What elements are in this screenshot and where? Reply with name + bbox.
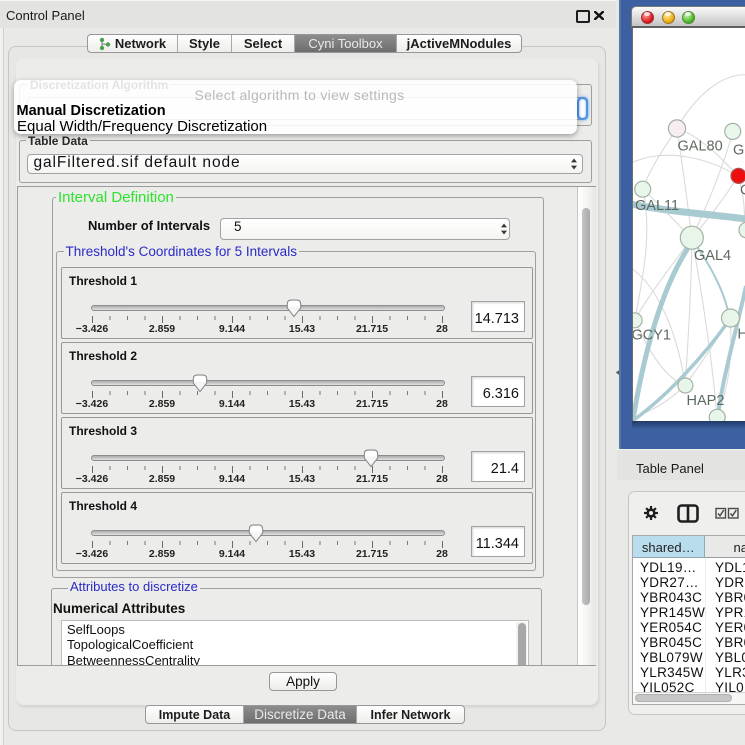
- svg-text:GAL80: GAL80: [678, 139, 723, 155]
- svg-text:C: C: [740, 183, 745, 199]
- svg-text:GAL4: GAL4: [694, 248, 731, 264]
- svg-text:HAP2: HAP2: [687, 393, 725, 409]
- svg-text:GAL11: GAL11: [635, 198, 679, 214]
- svg-text:G.: G.: [733, 143, 745, 159]
- svg-text:H: H: [737, 327, 745, 343]
- svg-text:GCY1: GCY1: [633, 328, 671, 344]
